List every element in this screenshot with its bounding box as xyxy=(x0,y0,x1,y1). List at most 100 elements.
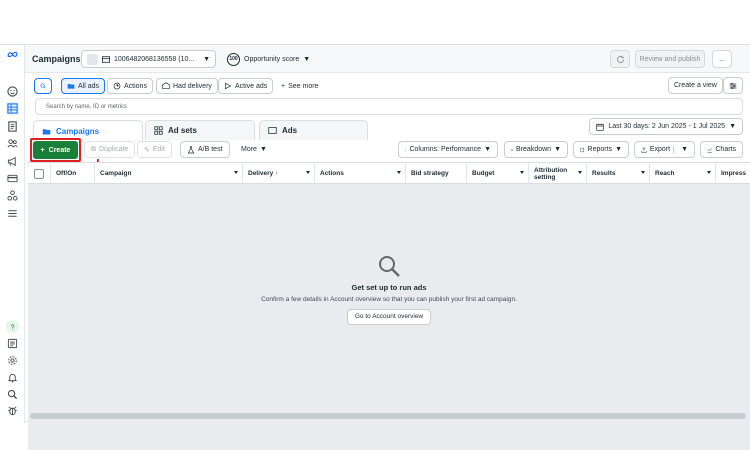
svg-text:?: ? xyxy=(10,322,14,331)
audiences-icon[interactable] xyxy=(6,137,19,150)
horizontal-scrollbar[interactable] xyxy=(30,413,746,419)
columns-dropdown[interactable]: Columns: Performance ▼ xyxy=(398,141,498,158)
news-icon[interactable] xyxy=(6,337,19,350)
see-more-button[interactable]: + See more xyxy=(275,78,325,94)
see-more-label: See more xyxy=(288,82,319,90)
tab-ad-sets[interactable]: Ad sets xyxy=(145,120,255,140)
export-label: Export xyxy=(649,146,671,153)
billing-card-icon[interactable] xyxy=(6,172,19,185)
settings-gear-icon[interactable] xyxy=(6,354,19,367)
help-icon[interactable]: ? xyxy=(6,320,19,333)
empty-state-message: Confirm a few details in Account overvie… xyxy=(261,296,517,303)
column-campaign-label: Campaign xyxy=(100,170,132,177)
pencil-icon: ✎ xyxy=(144,146,150,154)
notifications-bell-icon[interactable] xyxy=(6,371,19,384)
refresh-button[interactable] xyxy=(610,50,630,68)
chevron-down-icon xyxy=(306,171,310,174)
column-actions[interactable]: Actions xyxy=(315,163,406,184)
chevron-down-icon: ▼ xyxy=(303,55,311,63)
reports-icon xyxy=(580,147,584,152)
create-button[interactable]: + Create xyxy=(33,141,78,159)
columns-label: Columns: Performance xyxy=(409,146,482,153)
table-body: Get set up to run ads Confirm a few deta… xyxy=(28,184,750,450)
chevron-down-icon xyxy=(641,171,645,174)
duplicate-button[interactable]: ⧉ Duplicate xyxy=(84,141,136,158)
actions-view[interactable]: Actions xyxy=(107,78,153,94)
opportunity-score-label: Opportunity score xyxy=(244,55,300,63)
empty-state-title: Get set up to run ads xyxy=(351,283,427,292)
megaphone-icon[interactable] xyxy=(6,155,19,168)
opportunity-score[interactable]: 100 Opportunity score ▼ xyxy=(227,50,310,68)
left-rail: ? xyxy=(0,45,25,423)
column-budget[interactable]: Budget xyxy=(467,163,529,184)
date-range-picker[interactable]: Last 30 days: 2 Jun 2025 - 1 Jul 2025 ▼ xyxy=(589,118,743,135)
menu-icon[interactable] xyxy=(6,207,19,220)
campaigns-folder-icon xyxy=(42,128,51,134)
all-ads-view[interactable]: All ads xyxy=(61,78,106,94)
column-campaign[interactable]: Campaign xyxy=(95,163,243,184)
empty-state: Get set up to run ads Confirm a few deta… xyxy=(28,254,750,325)
column-reach-label: Reach xyxy=(655,170,675,177)
column-impressions[interactable]: Impress xyxy=(716,163,750,184)
search-icon[interactable] xyxy=(6,388,19,401)
column-attribution-label: Attribution setting xyxy=(534,166,568,181)
ab-test-label: A/B test xyxy=(198,146,223,153)
ab-test-button[interactable]: A/B test xyxy=(180,141,230,158)
columns-icon xyxy=(405,148,407,151)
campaigns-table-icon[interactable] xyxy=(6,102,19,115)
review-publish-button[interactable]: Review and publish xyxy=(635,50,705,68)
pages-icon[interactable] xyxy=(6,120,19,133)
column-bid-strategy[interactable]: Bid strategy xyxy=(406,163,467,184)
duplicate-icon: ⧉ xyxy=(91,145,96,153)
account-selector[interactable]: 1006482068136558 (10... ▼ xyxy=(81,50,216,68)
plus-icon: + xyxy=(281,82,286,90)
chevron-down-icon xyxy=(520,171,524,174)
edit-button[interactable]: ✎ Edit xyxy=(137,141,172,158)
account-id: 1006482068136558 (10... xyxy=(114,55,195,63)
calendar-icon xyxy=(596,123,604,131)
checkbox[interactable] xyxy=(34,168,44,179)
select-all-checkbox[interactable] xyxy=(28,163,51,184)
ad-sets-grid-icon xyxy=(154,126,163,135)
search-toggle-button[interactable] xyxy=(34,78,52,94)
create-view-button[interactable]: Create a view xyxy=(668,77,723,94)
actions-label: Actions xyxy=(124,82,147,90)
actions-icon xyxy=(113,82,121,90)
magnifier-icon xyxy=(377,254,401,278)
reports-dropdown[interactable]: Reports ▼ xyxy=(573,141,629,158)
account-overview-icon[interactable] xyxy=(6,85,19,98)
chevron-down-icon: ▼ xyxy=(729,123,736,130)
tab-ads[interactable]: Ads xyxy=(259,120,368,140)
business-assets-icon[interactable] xyxy=(6,189,19,202)
column-off-on[interactable]: Off/On xyxy=(51,163,95,184)
charts-button[interactable]: Charts xyxy=(700,141,743,158)
breakdown-dropdown[interactable]: Breakdown ▼ xyxy=(504,141,568,158)
column-attribution-setting[interactable]: Attribution setting xyxy=(529,163,587,184)
folder-icon xyxy=(67,84,75,89)
more-dropdown[interactable]: More ▼ xyxy=(234,141,274,158)
ad-account-icon xyxy=(102,55,110,63)
account-overview-button[interactable]: Go to Account overview xyxy=(346,309,432,325)
view-settings-button[interactable] xyxy=(723,77,743,94)
column-actions-label: Actions xyxy=(320,170,344,177)
column-delivery[interactable]: Delivery ↑ xyxy=(243,163,315,184)
meta-logo-icon[interactable] xyxy=(6,48,19,61)
column-reach[interactable]: Reach xyxy=(650,163,716,184)
opportunity-score-value: 100 xyxy=(227,52,240,66)
search-input[interactable]: Search by name, ID or metrics xyxy=(35,98,743,115)
more-options-button[interactable]: ... xyxy=(712,50,732,68)
export-dropdown[interactable]: Export ▼ xyxy=(634,141,695,158)
tab-campaigns-label: Campaigns xyxy=(56,126,100,136)
had-delivery-view[interactable]: Had delivery xyxy=(156,78,218,94)
chevron-down-icon xyxy=(397,171,401,174)
column-results[interactable]: Results xyxy=(587,163,650,184)
breakdown-label: Breakdown xyxy=(516,146,552,153)
account-avatar xyxy=(87,53,98,65)
active-ads-view[interactable]: Active ads xyxy=(218,78,274,94)
search-icon xyxy=(40,83,46,89)
plus-icon: + xyxy=(40,146,45,154)
chevron-down-icon: ▼ xyxy=(259,146,267,153)
bug-report-icon[interactable] xyxy=(6,404,19,417)
refresh-icon xyxy=(616,55,624,63)
column-delivery-label: Delivery ↑ xyxy=(248,170,279,177)
